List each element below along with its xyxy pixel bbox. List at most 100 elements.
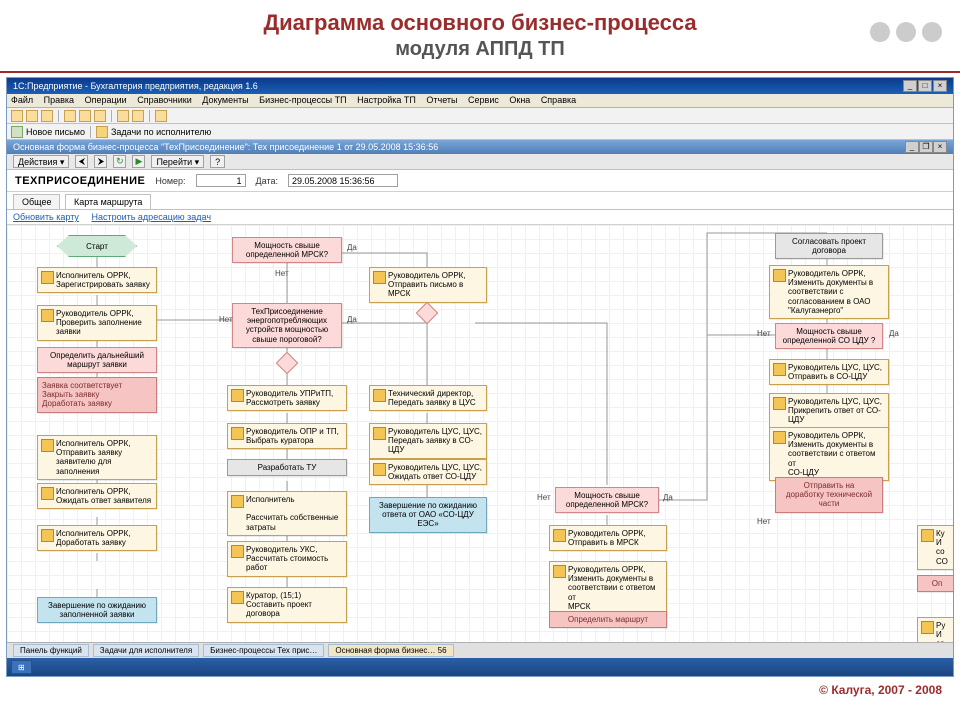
app-titlebar: 1С:Предприятие - Бухгалтерия предприятия…	[7, 78, 953, 94]
close-button[interactable]: ×	[933, 80, 947, 92]
status-tasks[interactable]: Задачи для исполнителя	[93, 644, 199, 657]
num-label: Номер:	[155, 176, 185, 186]
tab-general[interactable]: Общее	[13, 194, 60, 209]
refresh-map-link[interactable]: Обновить карту	[13, 212, 79, 222]
menubar[interactable]: Файл Правка Операции Справочники Докумен…	[7, 94, 953, 108]
tool-copy-icon[interactable]	[79, 110, 91, 122]
menu-reports[interactable]: Отчеты	[426, 95, 457, 105]
decision-threshold[interactable]: ТехПрисоединениеэнергопотребляющихустрой…	[232, 303, 342, 348]
tool-calc-icon[interactable]	[132, 110, 144, 122]
goto-dropdown[interactable]: Перейти ▾	[151, 155, 204, 168]
nav-prev-button[interactable]: ⮜	[75, 155, 88, 168]
task-calc-cost[interactable]: Руководитель УКС,Рассчитать стоимостьраб…	[227, 541, 347, 577]
play-button[interactable]: ▶	[132, 155, 145, 168]
task-send-rework[interactable]: Отправить надоработку техническойчасти	[775, 477, 883, 513]
task-rework[interactable]: Исполнитель ОРРК,Доработать заявку	[37, 525, 157, 551]
actions-dropdown[interactable]: Действия ▾	[13, 155, 69, 168]
status-form[interactable]: Основная форма бизнес… 56	[328, 644, 453, 657]
task-send-mrsk-2[interactable]: Руководитель ОРРК,Отправить в МРСК	[549, 525, 667, 551]
task-wait-applicant[interactable]: Исполнитель ОРРК,Ожидать ответ заявителя	[37, 483, 157, 509]
decision-route[interactable]: Определить дальнейшиймаршрут заявки	[37, 347, 157, 373]
task-review[interactable]: Руководитель УПРиТП,Рассмотреть заявку	[227, 385, 347, 411]
nav-next-button[interactable]: ⮞	[94, 155, 107, 168]
sub-restore-button[interactable]: ❐	[919, 141, 933, 153]
tool-open-icon[interactable]	[26, 110, 38, 122]
diagram-canvas[interactable]: Старт Исполнитель ОРРК,Зарегистрировать …	[7, 225, 953, 677]
task-edit-mrsk[interactable]: Руководитель ОРРК,Изменить документы всо…	[549, 561, 667, 615]
label-no-3: Нет	[537, 493, 551, 502]
date-input[interactable]: 29.05.2008 15:36:56	[288, 174, 398, 187]
label-no-2: Нет	[219, 315, 233, 324]
menu-windows[interactable]: Окна	[509, 95, 530, 105]
refresh-button[interactable]: ↻	[113, 155, 126, 168]
slide-decor-dots	[870, 22, 942, 42]
task-send-applicant[interactable]: Исполнитель ОРРК,Отправить заявкузаявите…	[37, 435, 157, 480]
route-options[interactable]: Заявка соответствуетЗакрыть заявкуДорабо…	[37, 377, 157, 413]
menu-ops[interactable]: Операции	[85, 95, 127, 105]
task-develop-tu[interactable]: Разработать ТУ	[227, 459, 347, 476]
task-cus-forward[interactable]: Руководитель ЦУС, ЦУС,Передать заявку в …	[369, 423, 487, 459]
decision-mrsk-power[interactable]: Мощность свышеопределенной МРСК?	[232, 237, 342, 263]
decision-mrsk-2[interactable]: Мощность свышеопределенной МРСК?	[555, 487, 659, 513]
maximize-button[interactable]: □	[918, 80, 932, 92]
task-curator[interactable]: Руководитель ОПР и ТП,Выбрать куратора	[227, 423, 347, 449]
task-tech-dir[interactable]: Технический директор,Передать заявку в Ц…	[369, 385, 487, 411]
task-route-red[interactable]: Определить маршрут	[549, 611, 667, 628]
task-check[interactable]: Руководитель ОРРК,Проверить заполнение з…	[37, 305, 157, 341]
label-yes-4: Да	[889, 329, 899, 338]
tool-save-icon[interactable]	[41, 110, 53, 122]
menu-service[interactable]: Сервис	[468, 95, 499, 105]
tool-help-icon[interactable]	[155, 110, 167, 122]
task-approve-contract[interactable]: Согласовать проектдоговора	[775, 233, 883, 259]
new-message-link[interactable]: Новое письмо	[26, 127, 85, 137]
tab-route-map[interactable]: Карта маршрута	[65, 194, 151, 209]
tool-new-icon[interactable]	[11, 110, 23, 122]
sub-minimize-button[interactable]: _	[905, 141, 919, 153]
task-cutoff-1[interactable]: КуИсоСО	[917, 525, 953, 570]
start-node[interactable]: Старт	[57, 235, 137, 257]
mail-icon[interactable]	[11, 126, 23, 138]
tool-paste-icon[interactable]	[94, 110, 106, 122]
tasks-icon[interactable]	[96, 126, 108, 138]
task-send-socdu[interactable]: Руководитель ЦУС, ЦУС,Отправить в СО-ЦДУ	[769, 359, 889, 385]
decision-socdu[interactable]: Мощность свышеопределенной СО ЦДУ ?	[775, 323, 883, 349]
menu-refs[interactable]: Справочники	[137, 95, 192, 105]
secondary-toolbar: Новое письмо Задачи по исполнителю	[7, 124, 953, 140]
end-wait-filled[interactable]: Завершение по ожиданиюзаполненной заявки	[37, 597, 157, 623]
menu-edit[interactable]: Правка	[44, 95, 74, 105]
menu-docs[interactable]: Документы	[202, 95, 248, 105]
routing-setup-link[interactable]: Настроить адресацию задач	[91, 212, 211, 222]
form-name: ТЕХПРИСОЕДИНЕНИЕ	[15, 175, 145, 187]
date-label: Дата:	[256, 176, 278, 186]
statusbar: Панель функций Задачи для исполнителя Би…	[7, 642, 953, 658]
minimize-button[interactable]: _	[903, 80, 917, 92]
task-calc-own[interactable]: ИсполнительРассчитать собственныезатраты	[227, 491, 347, 536]
taskbar-start[interactable]: ⊞	[11, 660, 32, 674]
task-send-mrsk[interactable]: Руководитель ОРРК,Отправить письмо в МРС…	[369, 267, 487, 303]
menu-setup[interactable]: Настройка ТП	[357, 95, 416, 105]
menu-bp[interactable]: Бизнес-процессы ТП	[259, 95, 346, 105]
tool-print-icon[interactable]	[117, 110, 129, 122]
sub-close-button[interactable]: ×	[933, 141, 947, 153]
status-bp[interactable]: Бизнес-процессы Тех прис…	[203, 644, 324, 657]
task-cus-wait[interactable]: Руководитель ЦУС, ЦУС,Ожидать ответ СО-Ц…	[369, 459, 487, 485]
task-attach-socdu[interactable]: Руководитель ЦУС, ЦУС,Прикрепить ответ о…	[769, 393, 889, 429]
task-edit-kaluga[interactable]: Руководитель ОРРК,Изменить документы всо…	[769, 265, 889, 319]
task-cutoff-2[interactable]: Оп	[917, 575, 953, 592]
tasks-link[interactable]: Задачи по исполнителю	[111, 127, 211, 137]
task-draft-contract[interactable]: Куратор, (15;1)Составить проект договора	[227, 587, 347, 623]
help-button[interactable]: ?	[210, 155, 225, 168]
end-wait-socdu[interactable]: Завершение по ожиданиюответа от ОАО «СО-…	[369, 497, 487, 533]
os-taskbar: ⊞	[7, 658, 953, 676]
slide-title-line2: модуля АППД ТП	[0, 38, 960, 61]
menu-help[interactable]: Справка	[541, 95, 576, 105]
menu-file[interactable]: Файл	[11, 95, 33, 105]
status-panel[interactable]: Панель функций	[13, 644, 89, 657]
form-header: ТЕХПРИСОЕДИНЕНИЕ Номер: 1 Дата: 29.05.20…	[7, 170, 953, 192]
tool-cut-icon[interactable]	[64, 110, 76, 122]
task-register[interactable]: Исполнитель ОРРК,Зарегистрировать заявку	[37, 267, 157, 293]
label-yes-3: Да	[663, 493, 673, 502]
task-edit-socdu[interactable]: Руководитель ОРРК,Изменить документы всо…	[769, 427, 889, 481]
num-input[interactable]: 1	[196, 174, 246, 187]
label-yes-1: Да	[347, 243, 357, 252]
